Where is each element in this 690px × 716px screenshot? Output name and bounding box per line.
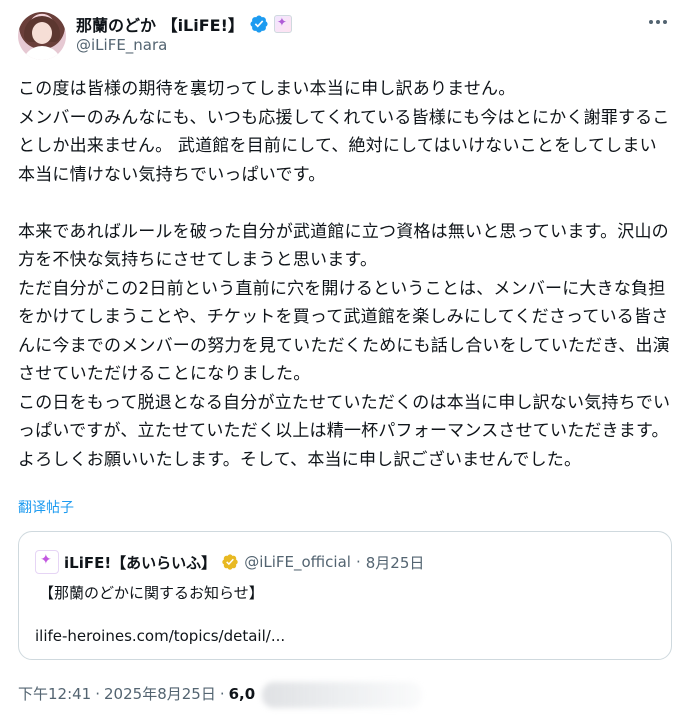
separator-dot: · bbox=[95, 684, 101, 703]
quoted-tweet-header: iLiFE!【あいらいふ】 @iLiFE_official · 8月25日 bbox=[35, 550, 424, 574]
more-options-icon[interactable] bbox=[644, 12, 672, 32]
author-handle[interactable]: @iLiFE_nara bbox=[76, 36, 167, 54]
author-avatar[interactable] bbox=[18, 12, 66, 60]
translate-post-link[interactable]: 翻译帖子 bbox=[18, 497, 74, 517]
tweet-time[interactable]: 下午12:41 bbox=[18, 683, 91, 704]
quoted-author-handle: @iLiFE_official bbox=[244, 553, 351, 571]
blurred-overlay bbox=[262, 682, 422, 708]
gold-verified-badge-icon bbox=[222, 554, 238, 570]
tweet-meta: 下午12:41 · 2025年8月25日 · 6,0 bbox=[18, 683, 255, 704]
separator-dot: · bbox=[355, 553, 361, 571]
quoted-author-name: iLiFE!【あいらいふ】 bbox=[64, 553, 217, 572]
author-name-row: 那蘭のどか 【iLiFE!】 bbox=[76, 12, 292, 36]
tweet-body: この度は皆様の期待を裏切ってしまい本当に申し訳ありません。 メンバーのみんなにも… bbox=[18, 79, 671, 470]
separator-dot: · bbox=[219, 684, 225, 703]
tweet-header: 那蘭のどか 【iLiFE!】 @iLiFE_nara bbox=[18, 10, 672, 64]
view-count: 6,0 bbox=[228, 684, 256, 703]
verified-badge-icon bbox=[250, 15, 268, 33]
quoted-tweet-link[interactable]: ilife-heroines.com/topics/detail/... bbox=[35, 627, 285, 645]
author-display-name[interactable]: 那蘭のどか 【iLiFE!】 bbox=[76, 12, 244, 36]
quoted-tweet-card[interactable]: iLiFE!【あいらいふ】 @iLiFE_official · 8月25日 【那… bbox=[18, 531, 672, 660]
quoted-author-avatar bbox=[35, 550, 59, 574]
quoted-tweet-date: 8月25日 bbox=[365, 553, 425, 572]
tweet-date[interactable]: 2025年8月25日 bbox=[104, 683, 216, 704]
affiliate-badge-icon bbox=[273, 15, 292, 33]
quoted-tweet-text: 【那蘭のどかに関するお知らせ】 bbox=[39, 584, 264, 602]
